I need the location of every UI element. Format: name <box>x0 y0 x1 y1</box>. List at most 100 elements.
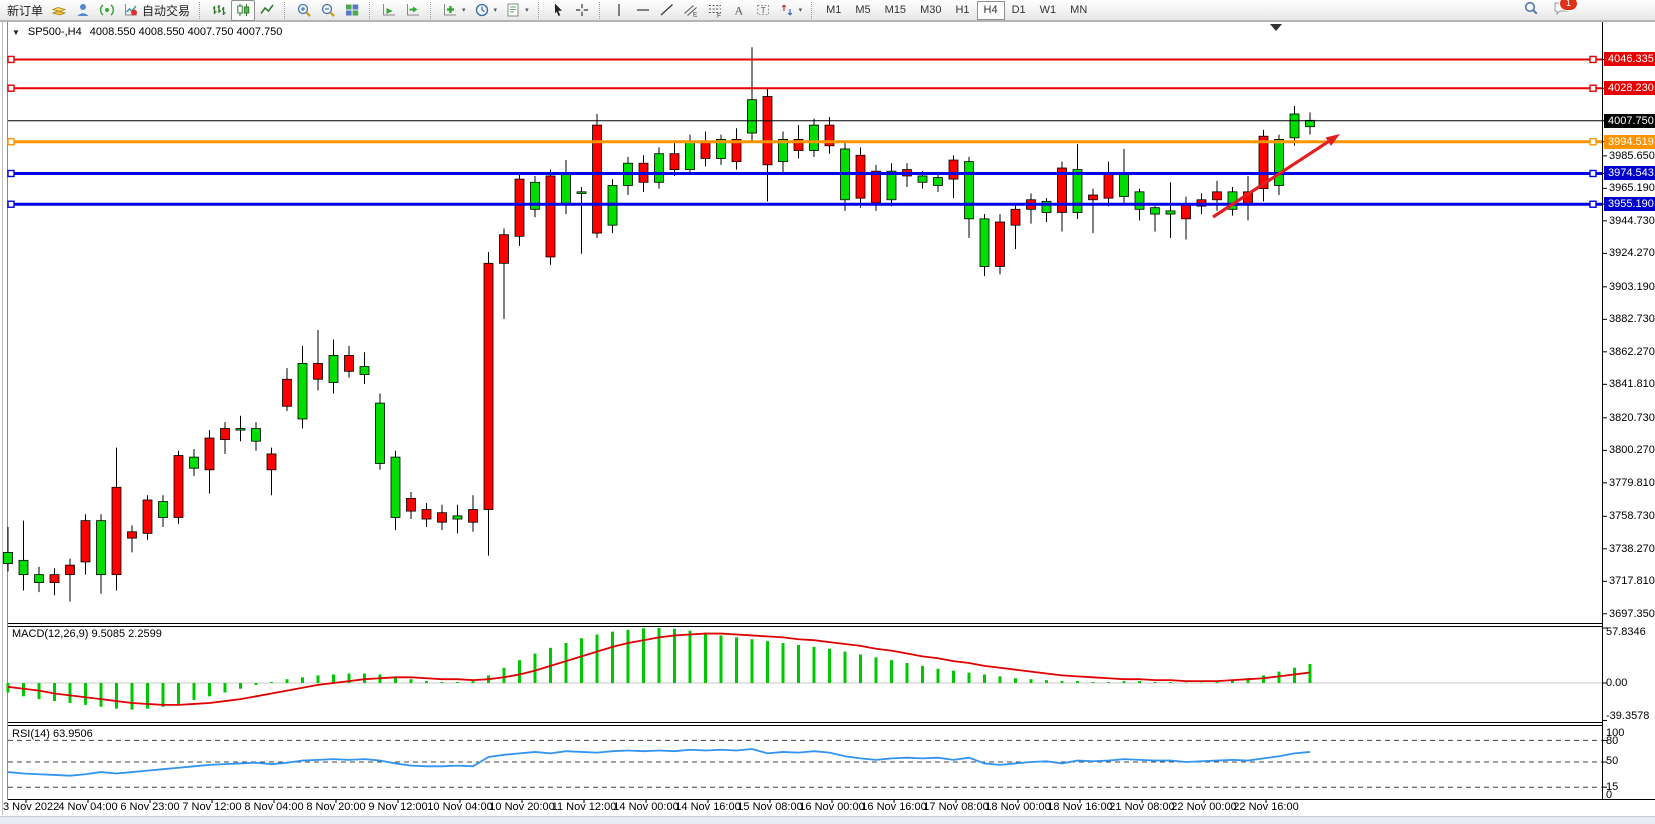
line-handle-right[interactable] <box>1590 85 1596 91</box>
signals-icon[interactable] <box>95 0 119 21</box>
toolbar-separator <box>284 2 289 19</box>
indicators-button[interactable]: ▾ <box>438 0 470 21</box>
equidistant-channel-button[interactable]: E <box>679 0 703 21</box>
vertical-line-button[interactable] <box>607 0 631 21</box>
line-handle-left[interactable] <box>8 201 14 207</box>
cursor-button[interactable] <box>546 0 570 21</box>
price-line-label-4007.750[interactable]: 4007.750 <box>1604 114 1655 128</box>
timeframe-button-w1[interactable]: W1 <box>1033 0 1064 21</box>
timeframe-button-h4[interactable]: H4 <box>977 1 1005 20</box>
timeframe-button-m5[interactable]: M5 <box>848 0 877 21</box>
chart-title: ▼ SP500-,H4 4008.550 4008.550 4007.750 4… <box>12 26 282 38</box>
price-line-label-4046.335[interactable]: 4046.335 <box>1604 52 1655 66</box>
shift-glyph <box>405 2 421 18</box>
timeframe-button-m15[interactable]: M15 <box>878 0 913 21</box>
line-handle-left[interactable] <box>8 170 14 176</box>
timeframe-button-mn[interactable]: MN <box>1063 0 1094 21</box>
indicators-glyph <box>442 2 458 18</box>
autotrade-button[interactable]: 自动交易 <box>119 0 194 21</box>
line-handle-right[interactable] <box>1590 139 1596 145</box>
search-icon[interactable] <box>1523 0 1539 21</box>
text-label-button[interactable]: T <box>751 0 775 21</box>
person-glyph <box>75 2 91 18</box>
arrows-glyph <box>779 2 795 18</box>
periods-button[interactable]: ▾ <box>470 0 502 21</box>
macd-scale-label: 0.00 <box>1606 677 1627 689</box>
price-line-label-4028.230[interactable]: 4028.230 <box>1604 81 1655 95</box>
mt4-terminal-window: 新订单 自动交易 ▾ ▾ ▾ E FAT ▾ M1M5M15M30H1H4D1W1MN 1 ▼ S… <box>0 0 1655 823</box>
time-axis-label: 16 Nov 00:00 <box>799 801 864 813</box>
time-axis-label: 16 Nov 16:00 <box>861 801 926 813</box>
chart-canvas[interactable] <box>0 0 1655 823</box>
templates-button-dropdown-icon[interactable]: ▾ <box>525 6 529 14</box>
toolbar: 新订单 自动交易 ▾ ▾ ▾ E FAT ▾ M1M5M15M30H1H4D1W1MN 1 <box>0 0 1655 21</box>
svg-text:F: F <box>717 13 721 19</box>
zoomin-glyph <box>296 2 312 18</box>
svg-text:E: E <box>693 12 698 19</box>
cursor-glyph <box>550 2 566 18</box>
crosshair-button[interactable] <box>570 0 594 21</box>
svg-text:T: T <box>760 6 765 15</box>
time-axis-label: 10 Nov 04:00 <box>427 801 492 813</box>
tile-windows-button[interactable] <box>340 0 364 21</box>
price-line-label-3955.190[interactable]: 3955.190 <box>1604 197 1655 211</box>
hline-glyph <box>635 2 651 18</box>
time-axis-label: 15 Nov 08:00 <box>737 801 802 813</box>
zoomout-glyph <box>320 2 336 18</box>
line-handle-left[interactable] <box>8 85 14 91</box>
symbol-dropdown-icon[interactable]: ▼ <box>12 28 20 37</box>
clock-glyph <box>474 2 490 18</box>
horizontal-line-button[interactable] <box>631 0 655 21</box>
price-axis-tick-label: 3717.810 <box>1609 574 1655 588</box>
line-chart-type-button[interactable] <box>255 0 279 21</box>
candlestick-chart-type-button[interactable] <box>231 0 255 21</box>
timeframe-button-m1[interactable]: M1 <box>819 0 848 21</box>
periods-button-dropdown-icon[interactable]: ▾ <box>494 6 498 14</box>
tiles-glyph <box>344 2 360 18</box>
line-handle-right[interactable] <box>1590 56 1596 62</box>
price-line-label-3994.519[interactable]: 3994.519 <box>1604 135 1655 149</box>
autoscroll-glyph <box>381 2 397 18</box>
price-axis-tick-label: 3820.730 <box>1609 411 1655 425</box>
templates-button[interactable]: ▾ <box>501 0 533 21</box>
macd-scale-label: -39.3578 <box>1606 710 1649 722</box>
price-axis-tick-label: 3903.190 <box>1609 280 1655 294</box>
chart-shift-button[interactable] <box>401 0 425 21</box>
bar-chart-type-button[interactable] <box>207 0 231 21</box>
fibonacci-button[interactable]: F <box>703 0 727 21</box>
community-icon[interactable] <box>71 0 95 21</box>
zoom-in-button[interactable] <box>292 0 316 21</box>
rsi-scale-label: 80 <box>1606 735 1618 747</box>
gold-glyph <box>51 2 67 18</box>
line-handle-left[interactable] <box>8 56 14 62</box>
time-axis-label: 17 Nov 08:00 <box>923 801 988 813</box>
text-button[interactable]: A <box>727 0 751 21</box>
auto-scroll-button[interactable] <box>377 0 401 21</box>
line-handle-right[interactable] <box>1590 201 1596 207</box>
time-axis-label: 8 Nov 20:00 <box>306 801 365 813</box>
timeframe-button-d1[interactable]: D1 <box>1005 0 1033 21</box>
chart-ohlc-values: 4008.550 4008.550 4007.750 4007.750 <box>90 26 283 38</box>
price-axis-tick-label: 3862.270 <box>1609 345 1655 359</box>
new-order-button-label: 新订单 <box>7 2 43 19</box>
autotrade-glyph <box>123 2 139 18</box>
new-order-button[interactable]: 新订单 <box>3 0 47 21</box>
price-line-label-3974.543[interactable]: 3974.543 <box>1604 166 1655 180</box>
price-axis-tick-label: 3985.650 <box>1609 149 1655 163</box>
price-axis-tick-label: 3800.270 <box>1609 443 1655 457</box>
chat-icon[interactable]: 1 <box>1553 0 1569 21</box>
time-axis-label: 22 Nov 00:00 <box>1171 801 1236 813</box>
arrows-tool-button[interactable]: ▾ <box>775 0 807 21</box>
chart-symbol-period: SP500-,H4 <box>28 26 82 38</box>
indicators-button-dropdown-icon[interactable]: ▾ <box>462 6 466 14</box>
trade-history-icon[interactable] <box>47 0 71 21</box>
line-handle-left[interactable] <box>8 139 14 145</box>
timeframe-button-m30[interactable]: M30 <box>913 0 948 21</box>
rsi-scale-label: 0 <box>1606 789 1612 801</box>
trendline-button[interactable] <box>655 0 679 21</box>
arrows-tool-button-dropdown-icon[interactable]: ▾ <box>799 6 803 14</box>
zoom-out-button[interactable] <box>316 0 340 21</box>
candle <box>376 394 385 470</box>
timeframe-button-h1[interactable]: H1 <box>948 0 976 21</box>
line-handle-right[interactable] <box>1590 170 1596 176</box>
